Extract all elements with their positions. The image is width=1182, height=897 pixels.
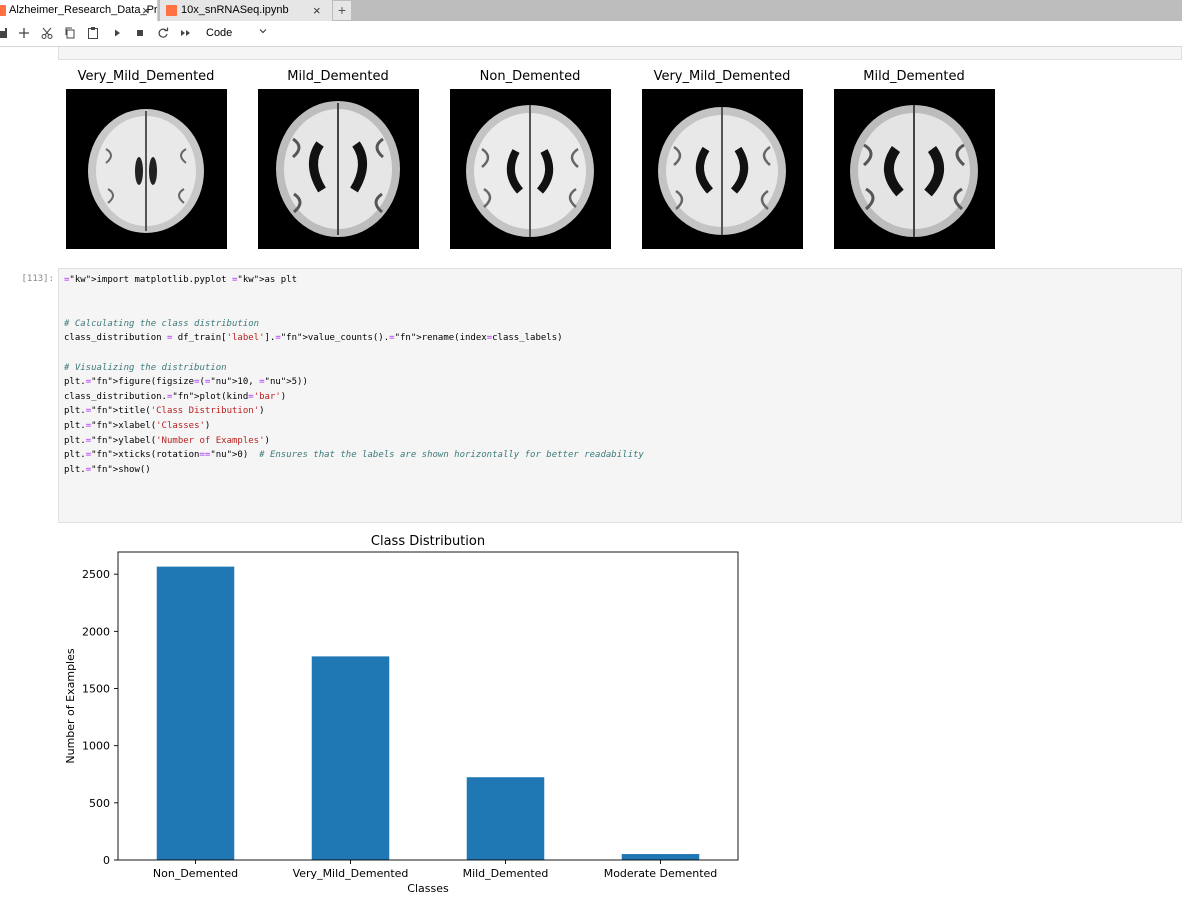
x-tick-label: Non_Demented: [153, 867, 238, 880]
notebook-icon: [166, 5, 177, 16]
code-line: # Calculating the class distribution: [64, 318, 260, 329]
y-tick-label: 500: [89, 797, 110, 810]
code-line: plt.="fn">xlabel('Classes'): [64, 420, 211, 431]
close-tab-icon[interactable]: ×: [313, 0, 321, 21]
y-tick-label: 1000: [82, 740, 110, 753]
mri-brain-image: [66, 89, 227, 249]
close-tab-icon[interactable]: ×: [142, 0, 150, 21]
cut-icon[interactable]: [39, 25, 55, 41]
tab-10x-snrnaseq[interactable]: 10x_snRNASeq.ipynb ×: [160, 0, 332, 21]
mri-figure: Non_Demented: [449, 68, 611, 249]
run-icon[interactable]: [109, 25, 125, 41]
tab-alzheimer-notebook[interactable]: Alzheimer_Research_Data_Pr ×: [0, 0, 158, 21]
x-axis-label: Classes: [407, 882, 449, 895]
new-tab-button[interactable]: +: [333, 1, 351, 20]
code-line: # Visualizing the distribution: [64, 362, 227, 373]
y-tick-label: 0: [103, 854, 110, 867]
mri-brain-image: [642, 89, 803, 249]
code-line: class_distribution.="fn">plot(kind='bar'…: [64, 391, 287, 402]
chart-bar: [621, 854, 700, 860]
tab-label: 10x_snRNASeq.ipynb: [181, 4, 289, 16]
y-tick-label: 2000: [82, 625, 110, 638]
paste-icon[interactable]: [85, 25, 101, 41]
x-tick-label: Mild_Demented: [463, 867, 549, 880]
code-line: plt.="fn">title('Class Distribution'): [64, 406, 265, 417]
code-editor[interactable]: ="kw">import matplotlib.pyplot ="kw">as …: [64, 273, 644, 477]
mri-figure: Very_Mild_Demented: [65, 68, 227, 249]
add-icon[interactable]: [16, 25, 32, 41]
restart-icon[interactable]: [155, 25, 171, 41]
code-line: ="kw">import matplotlib.pyplot ="kw">as …: [64, 275, 298, 285]
chevron-down-icon[interactable]: [258, 25, 268, 41]
cell-prompt: [113]:: [21, 274, 54, 284]
mri-figure: Mild_Demented: [833, 68, 995, 249]
mri-title: Non_Demented: [479, 69, 581, 84]
code-cell[interactable]: ="kw">import matplotlib.pyplot ="kw">as …: [58, 268, 1182, 523]
copy-icon[interactable]: [62, 25, 78, 41]
chart-svg: 0 500 1000 1500 2000 2500 Non_Demented Very_Mil…: [64, 534, 739, 895]
mri-figure: Very_Mild_Demented: [641, 68, 803, 249]
tab-label: Alzheimer_Research_Data_Pr: [9, 4, 158, 16]
code-line: plt.="fn">xticks(rotation=="nu">0) # Ens…: [64, 450, 644, 461]
bar-chart-output: 0 500 1000 1500 2000 2500 Non_Demented Very_Mil…: [50, 530, 750, 897]
code-line: class_distribution = df_train['label'].=…: [64, 333, 563, 344]
mri-title: Very_Mild_Demented: [77, 69, 215, 84]
stop-icon[interactable]: [132, 25, 148, 41]
fast-forward-icon[interactable]: [178, 25, 194, 41]
mri-title: Mild_Demented: [287, 69, 389, 84]
chart-title: Class Distribution: [371, 534, 485, 549]
x-tick-label: Very_Mild_Demented: [293, 867, 409, 880]
code-line: plt.="fn">figure(figsize=(="nu">10, ="nu…: [64, 377, 308, 388]
mri-figure: Mild_Demented: [257, 68, 419, 249]
x-tick-label: Moderate Demented: [604, 867, 718, 880]
mri-brain-image: [834, 89, 995, 249]
chart-bar: [466, 777, 545, 860]
mri-brain-image: [258, 89, 419, 249]
code-line: plt.="fn">show(): [64, 464, 151, 475]
notebook-icon: [0, 5, 6, 16]
previous-cell[interactable]: [58, 47, 1182, 60]
y-tick-label: 1500: [82, 683, 110, 696]
cell-type-select[interactable]: Code: [206, 25, 232, 41]
mri-title: Mild_Demented: [863, 69, 965, 84]
y-axis-label: Number of Examples: [64, 648, 77, 764]
mri-title: Very_Mild_Demented: [653, 69, 791, 84]
notebook-toolbar: Code: [0, 21, 1182, 46]
chart-bar: [311, 656, 390, 860]
y-tick-label: 2500: [82, 568, 110, 581]
mri-brain-image: [450, 89, 611, 249]
chart-bar: [156, 566, 235, 860]
save-icon[interactable]: [0, 25, 10, 41]
tab-bar: Alzheimer_Research_Data_Pr × 10x_snRNASe…: [0, 0, 1182, 21]
code-line: plt.="fn">ylabel('Number of Examples'): [64, 435, 270, 446]
